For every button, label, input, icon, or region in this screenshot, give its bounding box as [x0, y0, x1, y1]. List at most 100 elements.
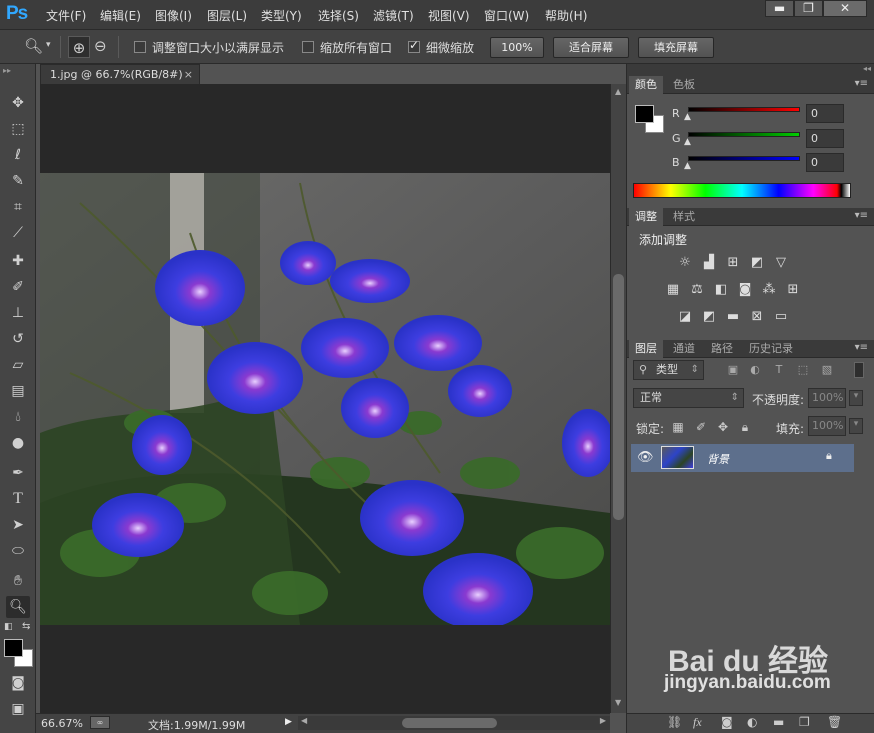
opacity-dropdown-icon[interactable]: ▾: [849, 390, 863, 406]
path-selection-tool-icon[interactable]: ➤: [6, 514, 30, 536]
status-preview-icon[interactable]: ∞: [90, 716, 110, 729]
threshold-icon[interactable]: ▬: [724, 309, 742, 325]
menu-help[interactable]: 帮助(H): [545, 7, 587, 24]
menu-window[interactable]: 窗口(W): [484, 7, 529, 24]
eye-icon[interactable]: 👁︎: [637, 450, 654, 465]
green-value[interactable]: 0: [806, 129, 844, 148]
chevron-down-icon[interactable]: ▾: [46, 41, 51, 50]
filter-smart-object-icon[interactable]: ▧: [818, 362, 836, 378]
posterize-icon[interactable]: ◩: [700, 309, 718, 325]
tab-channels[interactable]: 通道: [667, 340, 701, 358]
slider-handle-icon[interactable]: ▲: [684, 137, 691, 147]
zoom-tool-icon[interactable]: 🔍︎: [6, 596, 30, 618]
opacity-value[interactable]: 100%: [808, 388, 846, 408]
tab-swatches[interactable]: 色板: [667, 76, 701, 94]
new-layer-icon[interactable]: ❐: [799, 715, 810, 729]
filter-type-icon[interactable]: T: [770, 362, 788, 378]
healing-brush-tool-icon[interactable]: ✚: [6, 250, 30, 272]
zoom-in-icon[interactable]: ⊕: [68, 36, 90, 58]
zoom-level[interactable]: 66.67%: [41, 717, 83, 730]
pen-tool-icon[interactable]: ✒: [6, 462, 30, 484]
curves-icon[interactable]: ⊞: [724, 255, 742, 271]
color-balance-icon[interactable]: ⚖: [688, 282, 706, 298]
document-tab[interactable]: 1.jpg @ 66.7%(RGB/8#) ×: [40, 64, 200, 84]
panel-menu-icon[interactable]: ▾≡: [855, 342, 868, 353]
quick-mask-icon[interactable]: ◙: [6, 672, 30, 694]
filter-toggle[interactable]: [854, 362, 864, 378]
crop-tool-icon[interactable]: ⌗: [6, 196, 30, 218]
fill-screen-button[interactable]: 填充屏幕: [638, 37, 714, 58]
eraser-tool-icon[interactable]: ▱: [6, 354, 30, 376]
scroll-left-icon[interactable]: ◀: [301, 716, 307, 725]
brightness-contrast-icon[interactable]: ☼: [676, 255, 694, 271]
foreground-color-swatch[interactable]: [4, 639, 23, 657]
fill-dropdown-icon[interactable]: ▾: [849, 418, 863, 434]
blend-mode-dropdown[interactable]: 正常: [633, 388, 744, 408]
new-adjustment-layer-icon[interactable]: ◐: [747, 715, 757, 729]
color-spectrum-ramp[interactable]: [633, 183, 851, 198]
tab-styles[interactable]: 样式: [667, 208, 701, 226]
actual-pixels-button[interactable]: 100%: [490, 37, 544, 58]
swap-colors-icon[interactable]: ⇆: [22, 621, 30, 632]
slider-handle-icon[interactable]: ▲: [684, 161, 691, 171]
status-menu-arrow-icon[interactable]: ▶: [285, 717, 292, 727]
layer-name[interactable]: 背景: [707, 451, 729, 467]
lock-position-icon[interactable]: ✥: [716, 420, 730, 434]
menu-type[interactable]: 类型(Y): [261, 7, 302, 24]
link-layers-icon[interactable]: ⛓: [667, 715, 682, 729]
panel-menu-icon[interactable]: ▾≡: [855, 210, 868, 221]
brush-tool-icon[interactable]: ✐: [6, 276, 30, 298]
dodge-tool-icon[interactable]: ●: [6, 432, 30, 454]
horizontal-scrollbar[interactable]: ◀ ▶: [298, 716, 610, 730]
hand-tool-icon[interactable]: ✋︎: [6, 570, 30, 592]
selective-color-icon[interactable]: ⊠: [748, 309, 766, 325]
delete-layer-icon[interactable]: 🗑︎: [827, 715, 842, 729]
photo-filter-icon[interactable]: ◙: [736, 282, 754, 298]
lasso-tool-icon[interactable]: ℓ: [6, 144, 30, 166]
scrubby-zoom-checkbox[interactable]: [408, 38, 420, 53]
dock-collapse-icon[interactable]: ◂◂: [627, 64, 874, 76]
close-button[interactable]: ✕: [823, 0, 867, 17]
minimize-button[interactable]: ▬: [765, 0, 794, 17]
menu-image[interactable]: 图像(I): [155, 7, 192, 24]
type-tool-icon[interactable]: T: [6, 488, 30, 510]
red-value[interactable]: 0: [806, 104, 844, 123]
tab-history[interactable]: 历史记录: [743, 340, 799, 358]
scroll-up-icon[interactable]: ▲: [615, 87, 621, 96]
channel-mixer-icon[interactable]: ⁂: [760, 282, 778, 298]
tab-layers[interactable]: 图层: [629, 340, 663, 358]
menu-layer[interactable]: 图层(L): [207, 7, 247, 24]
clone-stamp-tool-icon[interactable]: ⊥: [6, 302, 30, 324]
horizontal-scroll-thumb[interactable]: [402, 718, 497, 728]
exposure-icon[interactable]: ◩: [748, 255, 766, 271]
vertical-scrollbar[interactable]: ▲ ▼: [610, 84, 626, 713]
add-mask-icon[interactable]: ◙: [721, 715, 733, 729]
vertical-scroll-thumb[interactable]: [613, 274, 624, 520]
slider-handle-icon[interactable]: ▲: [684, 112, 691, 122]
vibrance-icon[interactable]: ▽: [772, 255, 790, 271]
hue-saturation-icon[interactable]: ▦: [664, 282, 682, 298]
zoom-tool-icon[interactable]: 🔍︎: [24, 39, 43, 54]
blue-slider[interactable]: [688, 156, 800, 161]
green-slider[interactable]: [688, 132, 800, 137]
gradient-map-icon[interactable]: ▭: [772, 309, 790, 325]
gradient-tool-icon[interactable]: ▤: [6, 380, 30, 402]
ellipse-tool-icon[interactable]: ⬭: [6, 540, 30, 562]
black-white-icon[interactable]: ◧: [712, 282, 730, 298]
invert-icon[interactable]: ◪: [676, 309, 694, 325]
levels-icon[interactable]: ▟: [700, 255, 718, 271]
menu-view[interactable]: 视图(V): [428, 7, 470, 24]
filter-shape-icon[interactable]: ⬚: [794, 362, 812, 378]
document-image[interactable]: [40, 173, 610, 625]
filter-pixel-icon[interactable]: ▣: [724, 362, 742, 378]
tab-color[interactable]: 颜色: [629, 76, 663, 94]
tab-paths[interactable]: 路径: [705, 340, 739, 358]
panel-menu-icon[interactable]: ▾≡: [855, 78, 868, 89]
lock-pixels-icon[interactable]: ✐: [694, 420, 708, 434]
quick-select-tool-icon[interactable]: ✎: [6, 170, 30, 192]
fx-icon[interactable]: fx: [693, 715, 702, 730]
eyedropper-tool-icon[interactable]: ⟋: [6, 222, 30, 244]
scroll-right-icon[interactable]: ▶: [600, 716, 606, 725]
new-group-icon[interactable]: ▬: [773, 715, 784, 729]
lock-transparent-icon[interactable]: ▦: [671, 420, 685, 434]
